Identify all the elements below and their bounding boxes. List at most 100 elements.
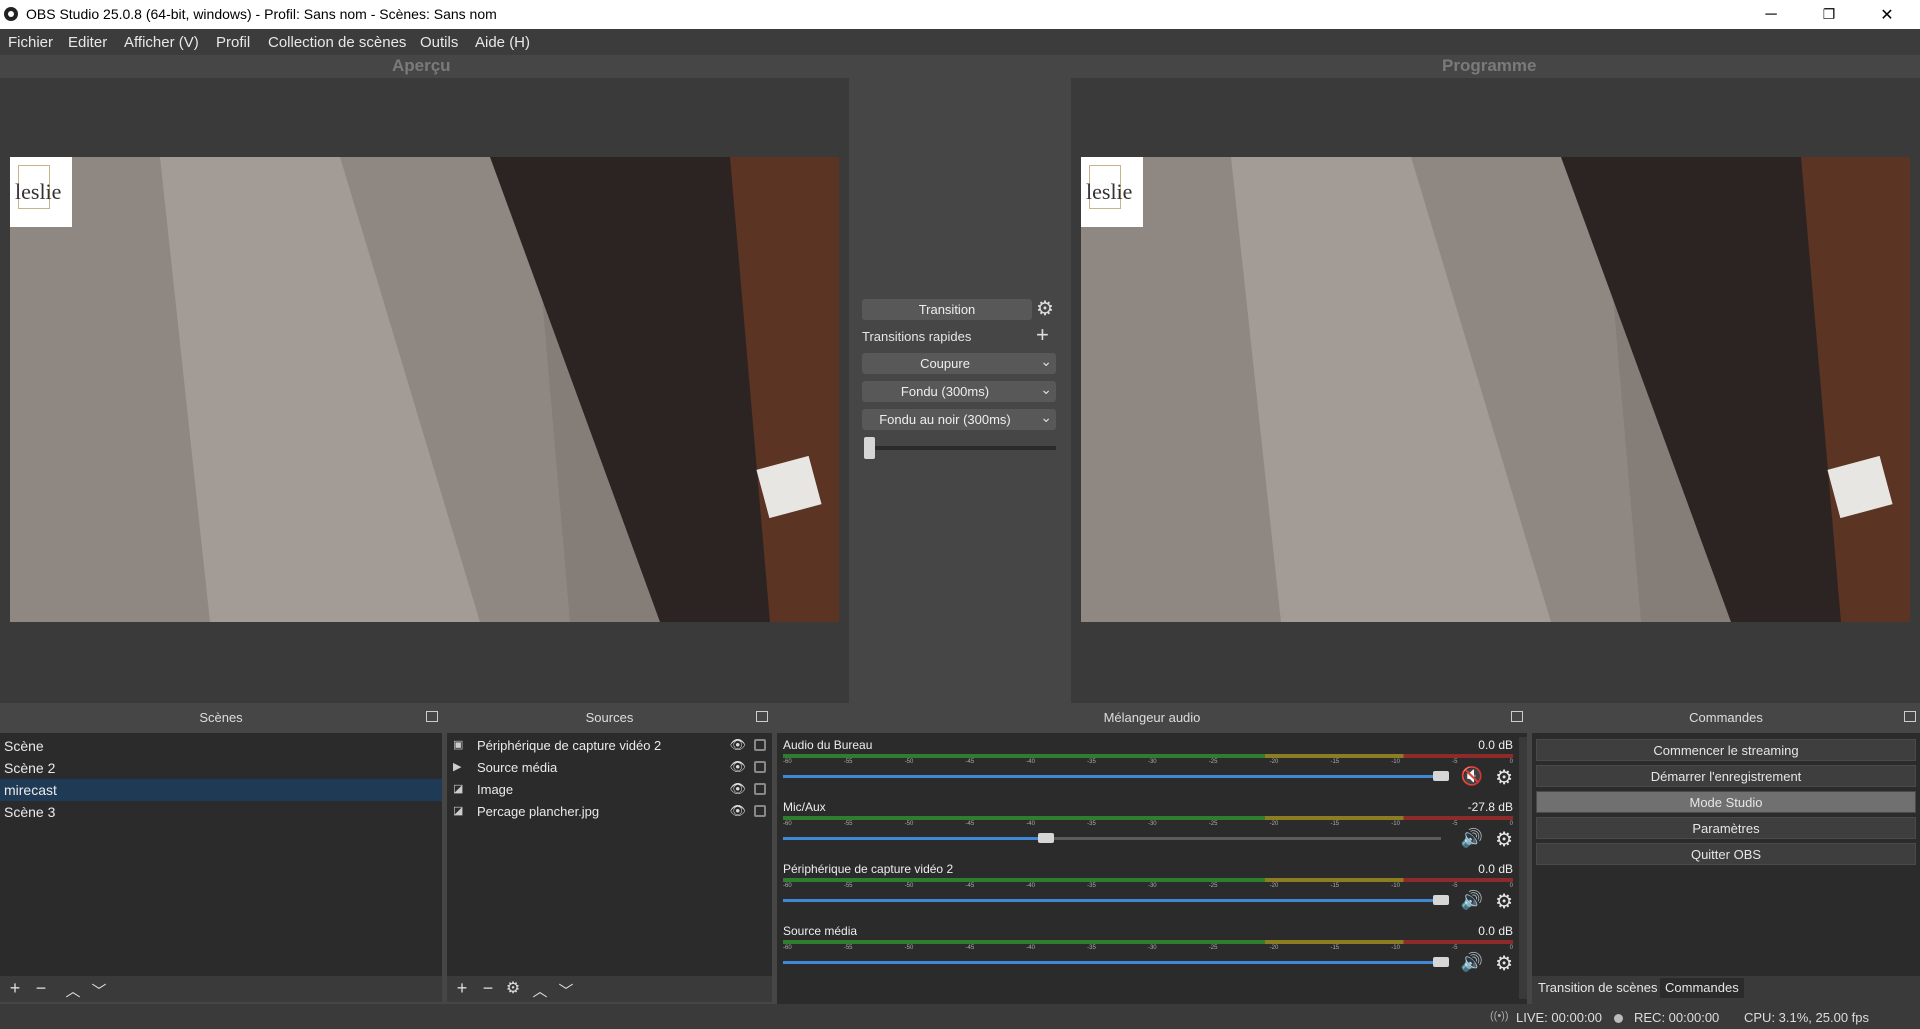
source-item[interactable]: ▣ Périphérique de capture vidéo 2 👁 [447, 735, 772, 757]
controls-panel: Commencer le streaming Démarrer l'enregi… [1532, 733, 1920, 976]
meter-tick-label: -5 [1452, 883, 1458, 889]
add-quick-transition-icon[interactable]: + [1036, 322, 1049, 348]
meter-tick-label: -40 [1026, 945, 1035, 951]
move-up-icon[interactable]: ︿ [62, 980, 84, 1001]
controls-dock-header: Commandes [1532, 706, 1920, 728]
speaker-icon[interactable]: 🔊 [1461, 890, 1483, 911]
move-down-icon[interactable]: ﹀ [88, 980, 110, 1001]
start-recording-button[interactable]: Démarrer l'enregistrement [1536, 765, 1916, 787]
gear-icon[interactable]: ⚙ [1495, 827, 1513, 852]
start-streaming-button[interactable]: Commencer le streaming [1536, 739, 1916, 761]
scene-item[interactable]: Scène [0, 735, 442, 757]
undock-icon[interactable] [426, 711, 438, 722]
scene-item[interactable]: Scène 3 [0, 801, 442, 823]
menu-outils[interactable]: Outils [420, 34, 458, 51]
minimize-button[interactable]: ─ [1742, 0, 1800, 29]
tab-scene-transitions[interactable]: Transition de scènes [1533, 978, 1663, 998]
meter-tick-label: -45 [965, 759, 975, 765]
volume-slider[interactable] [783, 833, 1441, 843]
preview-video[interactable]: leslie [10, 157, 839, 622]
settings-button[interactable]: Paramètres [1536, 817, 1916, 839]
quick-transition-cut[interactable]: Coupure ⌄ [862, 353, 1056, 374]
studio-mode-button[interactable]: Mode Studio [1536, 791, 1916, 813]
window-title: OBS Studio 25.0.8 (64-bit, windows) - Pr… [26, 6, 497, 22]
meter-tick-label: -50 [904, 821, 914, 827]
menu-aide[interactable]: Aide (H) [475, 34, 530, 51]
remove-icon[interactable]: − [30, 978, 52, 999]
lock-icon[interactable] [754, 805, 766, 817]
add-icon[interactable]: + [451, 978, 473, 999]
volume-slider[interactable] [783, 895, 1449, 905]
gear-icon[interactable]: ⚙ [1495, 951, 1513, 976]
transition-slider[interactable] [864, 446, 1056, 450]
source-item[interactable]: ◪ Image 👁 [447, 779, 772, 801]
visibility-eye-icon[interactable]: 👁 [729, 737, 746, 753]
menu-editer[interactable]: Editer [68, 34, 107, 51]
meter-tick-label: -10 [1391, 759, 1400, 765]
mixer-channel: Source média 0.0 dB -60 -55 -50 -45 -40 -35 -3… [783, 924, 1513, 976]
lock-icon[interactable] [754, 783, 766, 795]
source-item[interactable]: ▶ Source média 👁 [447, 757, 772, 779]
menu-collection-scenes[interactable]: Collection de scènes [268, 34, 406, 51]
volume-meter [783, 816, 1513, 820]
transition-button[interactable]: Transition [862, 299, 1032, 320]
volume-slider[interactable] [783, 771, 1449, 781]
undock-icon[interactable] [756, 711, 768, 722]
menu-fichier[interactable]: Fichier [8, 34, 53, 51]
speaker-icon[interactable]: 🔊 [1461, 952, 1483, 973]
source-item[interactable]: ◪ Percage plancher.jpg 👁 [447, 801, 772, 823]
meter-tick-label: -15 [1330, 945, 1340, 951]
add-icon[interactable]: + [4, 978, 26, 999]
volume-slider-handle[interactable] [1433, 957, 1449, 967]
visibility-eye-icon[interactable]: 👁 [729, 803, 746, 819]
visibility-eye-icon[interactable]: 👁 [729, 759, 746, 775]
meter-tick-label: -25 [1208, 821, 1218, 827]
rec-timer: REC: 00:00:00 [1634, 1010, 1720, 1025]
menu-profil[interactable]: Profil [216, 34, 250, 51]
gear-icon[interactable]: ⚙ [1495, 889, 1513, 914]
scene-item[interactable]: Scène 2 [0, 757, 442, 779]
transition-slider-handle[interactable] [864, 437, 875, 459]
visibility-eye-icon[interactable]: 👁 [729, 781, 746, 797]
quick-transition-fade[interactable]: Fondu (300ms) ⌄ [862, 381, 1056, 402]
muted-speaker-icon[interactable]: 🔇 [1461, 766, 1483, 787]
undock-icon[interactable] [1904, 711, 1916, 722]
close-button[interactable]: ✕ [1858, 0, 1916, 29]
undock-icon[interactable] [1511, 711, 1523, 722]
quick-transition-fade-black[interactable]: Fondu au noir (300ms) ⌄ [862, 409, 1056, 430]
restore-button[interactable]: ❐ [1800, 0, 1858, 29]
move-down-icon[interactable]: ﹀ [555, 980, 577, 1001]
meter-tick-label: -25 [1208, 945, 1218, 951]
meter-scale: -60 -55 -50 -45 -40 -35 -30 -25 -20 -15 -10 -5 0 [783, 883, 1513, 893]
meter-tick-label: -20 [1269, 821, 1279, 827]
gear-icon[interactable]: ⚙ [1495, 765, 1513, 790]
meter-tick-label: -20 [1269, 945, 1279, 951]
gear-icon[interactable]: ⚙ [502, 978, 524, 998]
speaker-icon[interactable]: 🔊 [1461, 828, 1483, 849]
meter-tick-label: -35 [1087, 945, 1096, 951]
lock-icon[interactable] [754, 761, 766, 773]
tab-controls[interactable]: Commandes [1660, 978, 1744, 998]
meter-scale: -60 -55 -50 -45 -40 -35 -30 -25 -20 -15 -10 -5 0 [783, 759, 1513, 769]
volume-slider-handle[interactable] [1433, 895, 1449, 905]
program-video[interactable]: leslie [1081, 157, 1910, 622]
scene-item-selected[interactable]: mirecast [0, 779, 442, 801]
lock-icon[interactable] [754, 739, 766, 751]
meter-tick-label: -20 [1269, 883, 1279, 889]
volume-slider-handle[interactable] [1038, 833, 1055, 843]
volume-slider-handle[interactable] [1433, 771, 1449, 781]
audio-mixer: Audio du Bureau 0.0 dB -60 -55 -50 -45 -40 -3… [777, 733, 1527, 1004]
move-up-icon[interactable]: ︿ [529, 980, 551, 1001]
transition-settings-gear-icon[interactable]: ⚙ [1036, 296, 1054, 321]
exit-button[interactable]: Quitter OBS [1536, 843, 1916, 865]
menu-afficher[interactable]: Afficher (V) [124, 34, 199, 51]
cpu-fps: CPU: 3.1%, 25.00 fps [1744, 1010, 1870, 1025]
meter-scale: -60 -55 -50 -45 -40 -35 -30 -25 -20 -15 -10 -5 0 [783, 945, 1513, 955]
volume-meter [783, 940, 1513, 944]
meter-tick-label: -45 [965, 945, 975, 951]
remove-icon[interactable]: − [477, 978, 499, 999]
volume-slider[interactable] [783, 957, 1449, 967]
meter-tick-label: -55 [843, 883, 853, 889]
meter-tick-label: -30 [1147, 945, 1157, 951]
meter-tick-label: -30 [1147, 883, 1157, 889]
